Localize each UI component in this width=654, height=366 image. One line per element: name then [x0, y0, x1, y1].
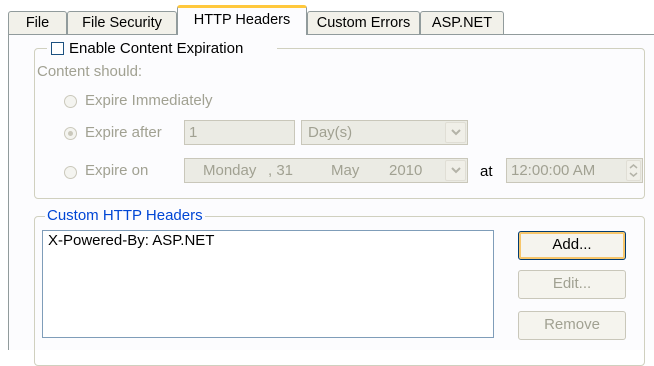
expire-after-value-input[interactable]: 1 [184, 120, 295, 145]
list-item[interactable]: X-Powered-By: ASP.NET [48, 232, 214, 249]
remove-button[interactable]: Remove [518, 311, 626, 340]
tab-custom-errors[interactable]: Custom Errors [307, 11, 420, 34]
at-label: at [480, 163, 493, 180]
expire-on-time-input[interactable]: 12:00:00 AM [506, 158, 643, 183]
expire-on-radio[interactable] [64, 166, 77, 179]
tab-http-headers[interactable]: HTTP Headers [177, 5, 307, 35]
tab-panel-http-headers: Enable Content Expiration Content should… [8, 34, 654, 366]
edit-button[interactable]: Edit... [518, 270, 626, 299]
date-day[interactable]: , 31 [268, 159, 293, 182]
expire-after-unit-dropdown[interactable] [445, 122, 466, 143]
enable-expiration-row[interactable]: Enable Content Expiration [47, 40, 277, 58]
expire-after-unit: Day(s) [308, 124, 353, 141]
expire-immediately-label[interactable]: Expire Immediately [85, 92, 213, 109]
date-year[interactable]: 2010 [389, 159, 422, 182]
enable-expiration-label[interactable]: Enable Content Expiration [69, 40, 243, 57]
expire-immediately-radio[interactable] [64, 95, 77, 108]
tab-file[interactable]: File [8, 11, 67, 34]
expire-after-label[interactable]: Expire after [85, 124, 162, 141]
tab-asp-net[interactable]: ASP.NET [420, 11, 504, 34]
date-dropdown[interactable] [445, 160, 466, 181]
tab-file-security[interactable]: File Security [67, 11, 177, 34]
expire-on-label[interactable]: Expire on [85, 162, 148, 179]
custom-headers-legend: Custom HTTP Headers [45, 207, 205, 224]
date-month[interactable]: May [331, 159, 359, 182]
expire-after-unit-select[interactable]: Day(s) [301, 120, 468, 145]
add-button[interactable]: Add... [518, 231, 626, 260]
time-value: 12:00:00 AM [511, 162, 596, 179]
chevron-down-icon [451, 167, 461, 174]
time-spinner[interactable] [626, 160, 641, 181]
expire-on-date-picker[interactable]: Monday , 31 May 2010 [184, 158, 468, 183]
custom-headers-list[interactable]: X-Powered-By: ASP.NET [42, 230, 494, 338]
enable-expiration-checkbox[interactable] [51, 42, 64, 55]
date-weekday[interactable]: Monday [203, 159, 256, 182]
content-should-label: Content should: [37, 63, 143, 80]
expire-after-radio[interactable] [64, 127, 77, 140]
expire-after-value: 1 [189, 124, 198, 141]
chevron-down-icon [451, 129, 461, 136]
up-down-arrows-icon [629, 164, 638, 177]
